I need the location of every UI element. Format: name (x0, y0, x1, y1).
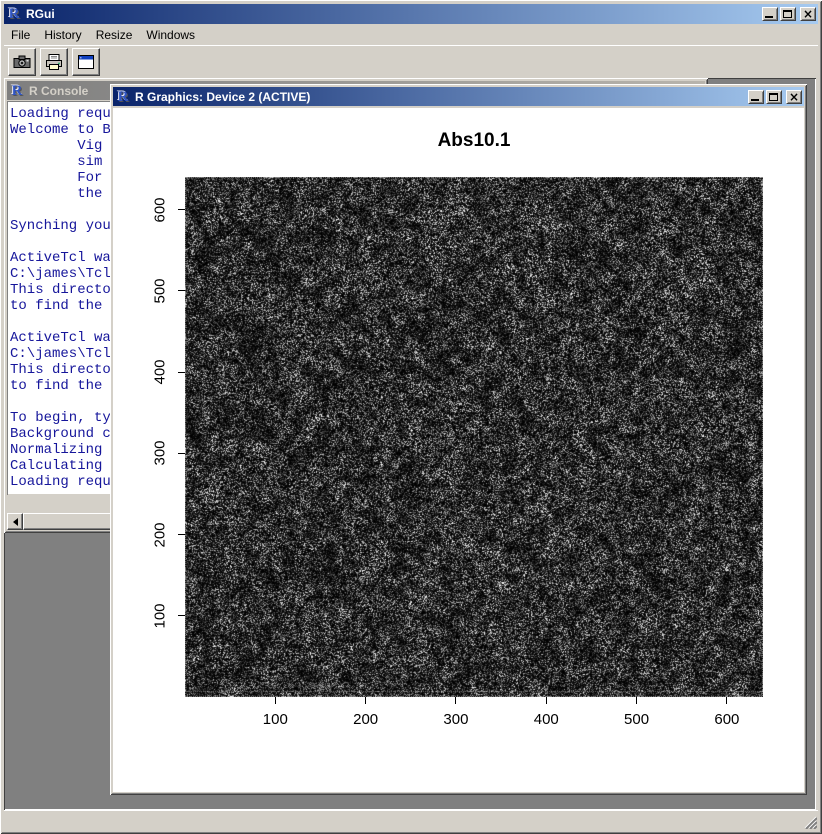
toolbar (4, 45, 818, 78)
x-axis-tick (455, 697, 456, 704)
copy-to-clipboard-button[interactable] (8, 48, 36, 76)
graphics-close-button[interactable]: × (786, 90, 802, 104)
main-titlebar[interactable]: R RGui × (4, 4, 818, 24)
y-axis-tick (178, 290, 185, 291)
r-logo-icon: R (9, 83, 25, 99)
rgui-main-window: R RGui × File History Resize Windows (0, 0, 822, 834)
menu-windows[interactable]: Windows (139, 26, 202, 44)
printer-icon (44, 52, 64, 72)
x-tick-label: 100 (253, 711, 297, 728)
menu-file[interactable]: File (4, 26, 37, 44)
r-logo-icon: R (115, 89, 131, 105)
scroll-left-button[interactable] (7, 513, 23, 530)
x-tick-label: 600 (705, 711, 749, 728)
x-axis-tick (365, 697, 366, 704)
x-tick-label: 300 (434, 711, 478, 728)
y-tick-label: 200 (152, 522, 169, 547)
console-window-icon (76, 52, 96, 72)
y-axis-tick (178, 534, 185, 535)
graphics-window-title: R Graphics: Device 2 (ACTIVE) (135, 90, 310, 104)
console-button[interactable] (72, 48, 100, 76)
y-tick-label: 100 (152, 603, 169, 628)
x-tick-label: 200 (344, 711, 388, 728)
y-axis-tick (178, 209, 185, 210)
main-window-title: RGui (26, 7, 55, 21)
minimize-icon (765, 16, 773, 18)
minimize-button[interactable] (762, 7, 778, 21)
graphics-maximize-button[interactable] (766, 90, 782, 104)
status-strip (4, 810, 818, 830)
close-icon: × (787, 90, 801, 104)
menu-history[interactable]: History (37, 26, 88, 44)
x-tick-label: 400 (524, 711, 568, 728)
menu-bar: File History Resize Windows (4, 25, 818, 45)
y-axis-tick (178, 372, 185, 373)
x-tick-label: 500 (615, 711, 659, 728)
r-logo-icon: R (6, 6, 22, 22)
x-axis-tick (275, 697, 276, 704)
resize-grip-icon[interactable] (802, 814, 817, 829)
graphics-titlebar[interactable]: R R Graphics: Device 2 (ACTIVE) × (113, 87, 804, 106)
x-axis-tick (726, 697, 727, 704)
plot-title: Abs10.1 (438, 130, 511, 152)
mdi-client-area: R R Console Loading requ Welcome to B Vi… (4, 78, 816, 810)
print-button[interactable] (40, 48, 68, 76)
y-tick-label: 300 (152, 441, 169, 466)
y-tick-label: 500 (152, 278, 169, 303)
y-axis-tick (178, 615, 185, 616)
minimize-icon (751, 99, 759, 101)
arrow-left-icon (13, 518, 18, 526)
y-tick-label: 400 (152, 359, 169, 384)
menu-resize[interactable]: Resize (89, 26, 140, 44)
x-axis-tick (546, 697, 547, 704)
plot-client: Abs10.1 100 200 300 400 500 600 100 200 300 400 50… (113, 108, 804, 792)
close-button[interactable]: × (800, 7, 816, 21)
graphics-minimize-button[interactable] (748, 90, 764, 104)
maximize-icon (783, 10, 792, 18)
maximize-button[interactable] (780, 7, 796, 21)
x-axis-tick (636, 697, 637, 704)
y-axis-tick (178, 453, 185, 454)
maximize-icon (769, 93, 778, 101)
camera-icon (12, 52, 32, 72)
close-icon: × (801, 7, 815, 21)
microarray-image (185, 177, 763, 697)
console-window-title: R Console (29, 84, 88, 98)
y-tick-label: 600 (152, 197, 169, 222)
graphics-window[interactable]: R R Graphics: Device 2 (ACTIVE) × Abs10.… (110, 84, 807, 795)
